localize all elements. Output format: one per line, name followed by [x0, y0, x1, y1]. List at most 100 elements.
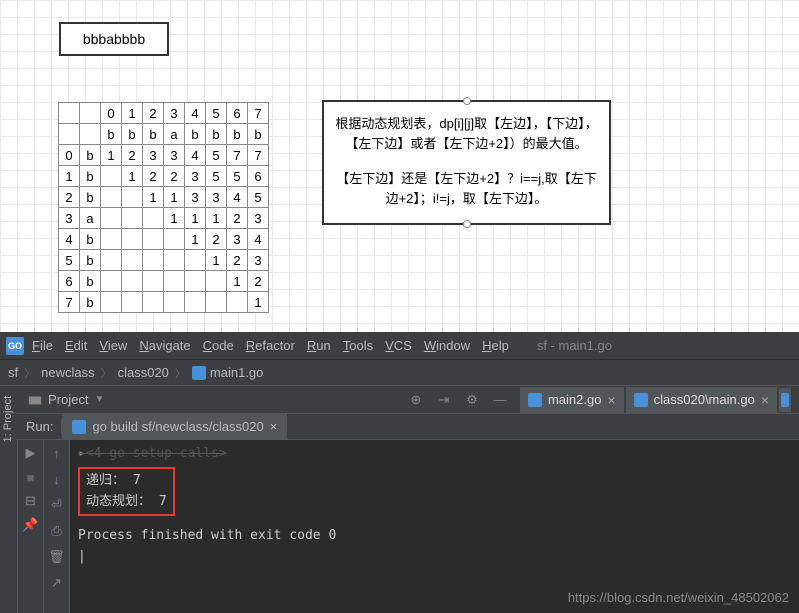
cursor-line: | [78, 547, 791, 568]
wrap-icon[interactable]: ⏎ [48, 496, 66, 514]
run-bar: Run: go build sf/newclass/class020 × [0, 414, 799, 440]
export-icon[interactable]: ↗ [48, 574, 66, 592]
go-file-icon [72, 420, 86, 434]
chevron-down-icon: ▼ [94, 394, 104, 405]
crumb-root[interactable]: sf [8, 365, 18, 380]
dp-cell [164, 292, 185, 313]
output-line-recursion: 递归： 7 [86, 471, 167, 492]
explanation-box: 根据动态规划表，dp[i][j]取【左边】，【下边】，【左下边】或者【左下边+2… [322, 100, 611, 225]
dp-cell: 1 [206, 250, 227, 271]
pin-icon[interactable]: 📌 [22, 516, 40, 534]
menu-item-window[interactable]: Window [418, 336, 476, 355]
selection-handle-icon[interactable] [463, 97, 471, 105]
header-cell: 1 [122, 103, 143, 124]
run-button-column: ▶ ■ ⊟ 📌 [18, 440, 44, 613]
dp-cell: 7 [59, 292, 80, 313]
dp-cell [164, 250, 185, 271]
dp-cell: b [80, 145, 101, 166]
dp-cell: b [80, 187, 101, 208]
dp-cell: 3 [164, 145, 185, 166]
crumb-file[interactable]: main1.go [210, 365, 263, 380]
dp-cell: 4 [227, 187, 248, 208]
console-output[interactable]: ▸<4 go setup calls> 递归： 7 动态规划： 7 Proces… [70, 440, 799, 613]
collapse-icon[interactable]: ⇥ [436, 392, 452, 408]
menu-item-run[interactable]: Run [301, 336, 337, 355]
editor-tab[interactable]: main2.go × [520, 387, 624, 413]
menu-item-view[interactable]: View [93, 336, 133, 355]
run-icon[interactable]: ▶ [22, 444, 40, 462]
menu-item-tools[interactable]: Tools [337, 336, 379, 355]
up-icon[interactable]: ↑ [48, 444, 66, 462]
dp-cell: 2 [59, 187, 80, 208]
dp-cell [143, 229, 164, 250]
menu-item-refactor[interactable]: Refactor [240, 336, 301, 355]
dp-cell: 1 [185, 208, 206, 229]
menu-item-navigate[interactable]: Navigate [133, 336, 196, 355]
dp-cell: 7 [227, 145, 248, 166]
go-file-icon [528, 393, 542, 407]
go-file-icon [192, 366, 206, 380]
dp-cell [143, 250, 164, 271]
editor-tab[interactable]: class020\main.go × [626, 387, 777, 413]
dp-cell [143, 208, 164, 229]
dp-cell: b [80, 292, 101, 313]
dp-cell [101, 187, 122, 208]
dp-cell: 1 [122, 166, 143, 187]
folder-icon [28, 393, 42, 407]
dp-cell [122, 229, 143, 250]
hide-icon[interactable]: — [492, 392, 508, 408]
close-icon[interactable]: × [270, 419, 278, 434]
dp-cell [101, 250, 122, 271]
sidebar-tab-project[interactable]: 1: Project [0, 392, 16, 446]
dp-cell: b [80, 166, 101, 187]
dp-cell [185, 292, 206, 313]
menu-item-file[interactable]: File [26, 336, 59, 355]
menu-item-help[interactable]: Help [476, 336, 515, 355]
down-icon[interactable]: ↓ [48, 470, 66, 488]
dp-cell: 5 [227, 166, 248, 187]
watermark: https://blog.csdn.net/weixin_48502062 [568, 590, 789, 605]
crumb-folder[interactable]: class020 [118, 365, 169, 380]
trash-icon[interactable]: 🗑 [48, 548, 66, 566]
menu-item-vcs[interactable]: VCS [379, 336, 418, 355]
target-icon[interactable]: ⊕ [408, 392, 424, 408]
dp-cell [122, 187, 143, 208]
menu-item-code[interactable]: Code [197, 336, 240, 355]
layout-icon[interactable]: ⊟ [22, 492, 40, 510]
toolbar-row: Project ▼ ⊕ ⇥ ⚙ — main2.go × class020\ma… [0, 386, 799, 414]
stop-icon[interactable]: ■ [22, 468, 40, 486]
header-cell: 0 [101, 103, 122, 124]
project-name: sf - main1.go [537, 338, 612, 353]
explanation-p2: 【左下边】还是【左下边+2】？i==j,取【左下边+2】；i!=j，取【左下边】… [332, 169, 601, 208]
char-cell: b [248, 124, 269, 145]
header-cell: 4 [185, 103, 206, 124]
dp-cell: 3 [248, 208, 269, 229]
dp-cell: b [80, 271, 101, 292]
close-icon[interactable]: × [761, 392, 769, 408]
setup-calls-line: <4 go setup calls> [86, 446, 227, 461]
dp-cell: 1 [227, 271, 248, 292]
dp-cell: 2 [248, 271, 269, 292]
close-icon[interactable]: × [607, 392, 615, 408]
dp-cell [101, 271, 122, 292]
explanation-p1: 根据动态规划表，dp[i][j]取【左边】，【下边】，【左下边】或者【左下边+2… [332, 114, 601, 153]
highlighted-output: 递归： 7 动态规划： 7 [78, 467, 175, 517]
run-config-tab[interactable]: go build sf/newclass/class020 × [62, 414, 287, 439]
editor-tab-partial[interactable] [779, 388, 791, 412]
dp-cell [122, 271, 143, 292]
char-cell: b [206, 124, 227, 145]
dp-cell: 2 [164, 166, 185, 187]
dp-cell: 2 [206, 229, 227, 250]
dp-cell: 1 [164, 208, 185, 229]
print-icon[interactable]: ⎙ [48, 522, 66, 540]
project-panel-tab[interactable]: Project ▼ [18, 392, 114, 407]
crumb-folder[interactable]: newclass [41, 365, 94, 380]
dp-cell: 1 [143, 187, 164, 208]
menu-item-edit[interactable]: Edit [59, 336, 93, 355]
editor-tabs: main2.go × class020\main.go × [520, 387, 791, 413]
dp-cell: 4 [248, 229, 269, 250]
gear-icon[interactable]: ⚙ [464, 392, 480, 408]
selection-handle-icon[interactable] [463, 220, 471, 228]
dp-cell: 3 [185, 187, 206, 208]
dp-cell: 1 [248, 292, 269, 313]
